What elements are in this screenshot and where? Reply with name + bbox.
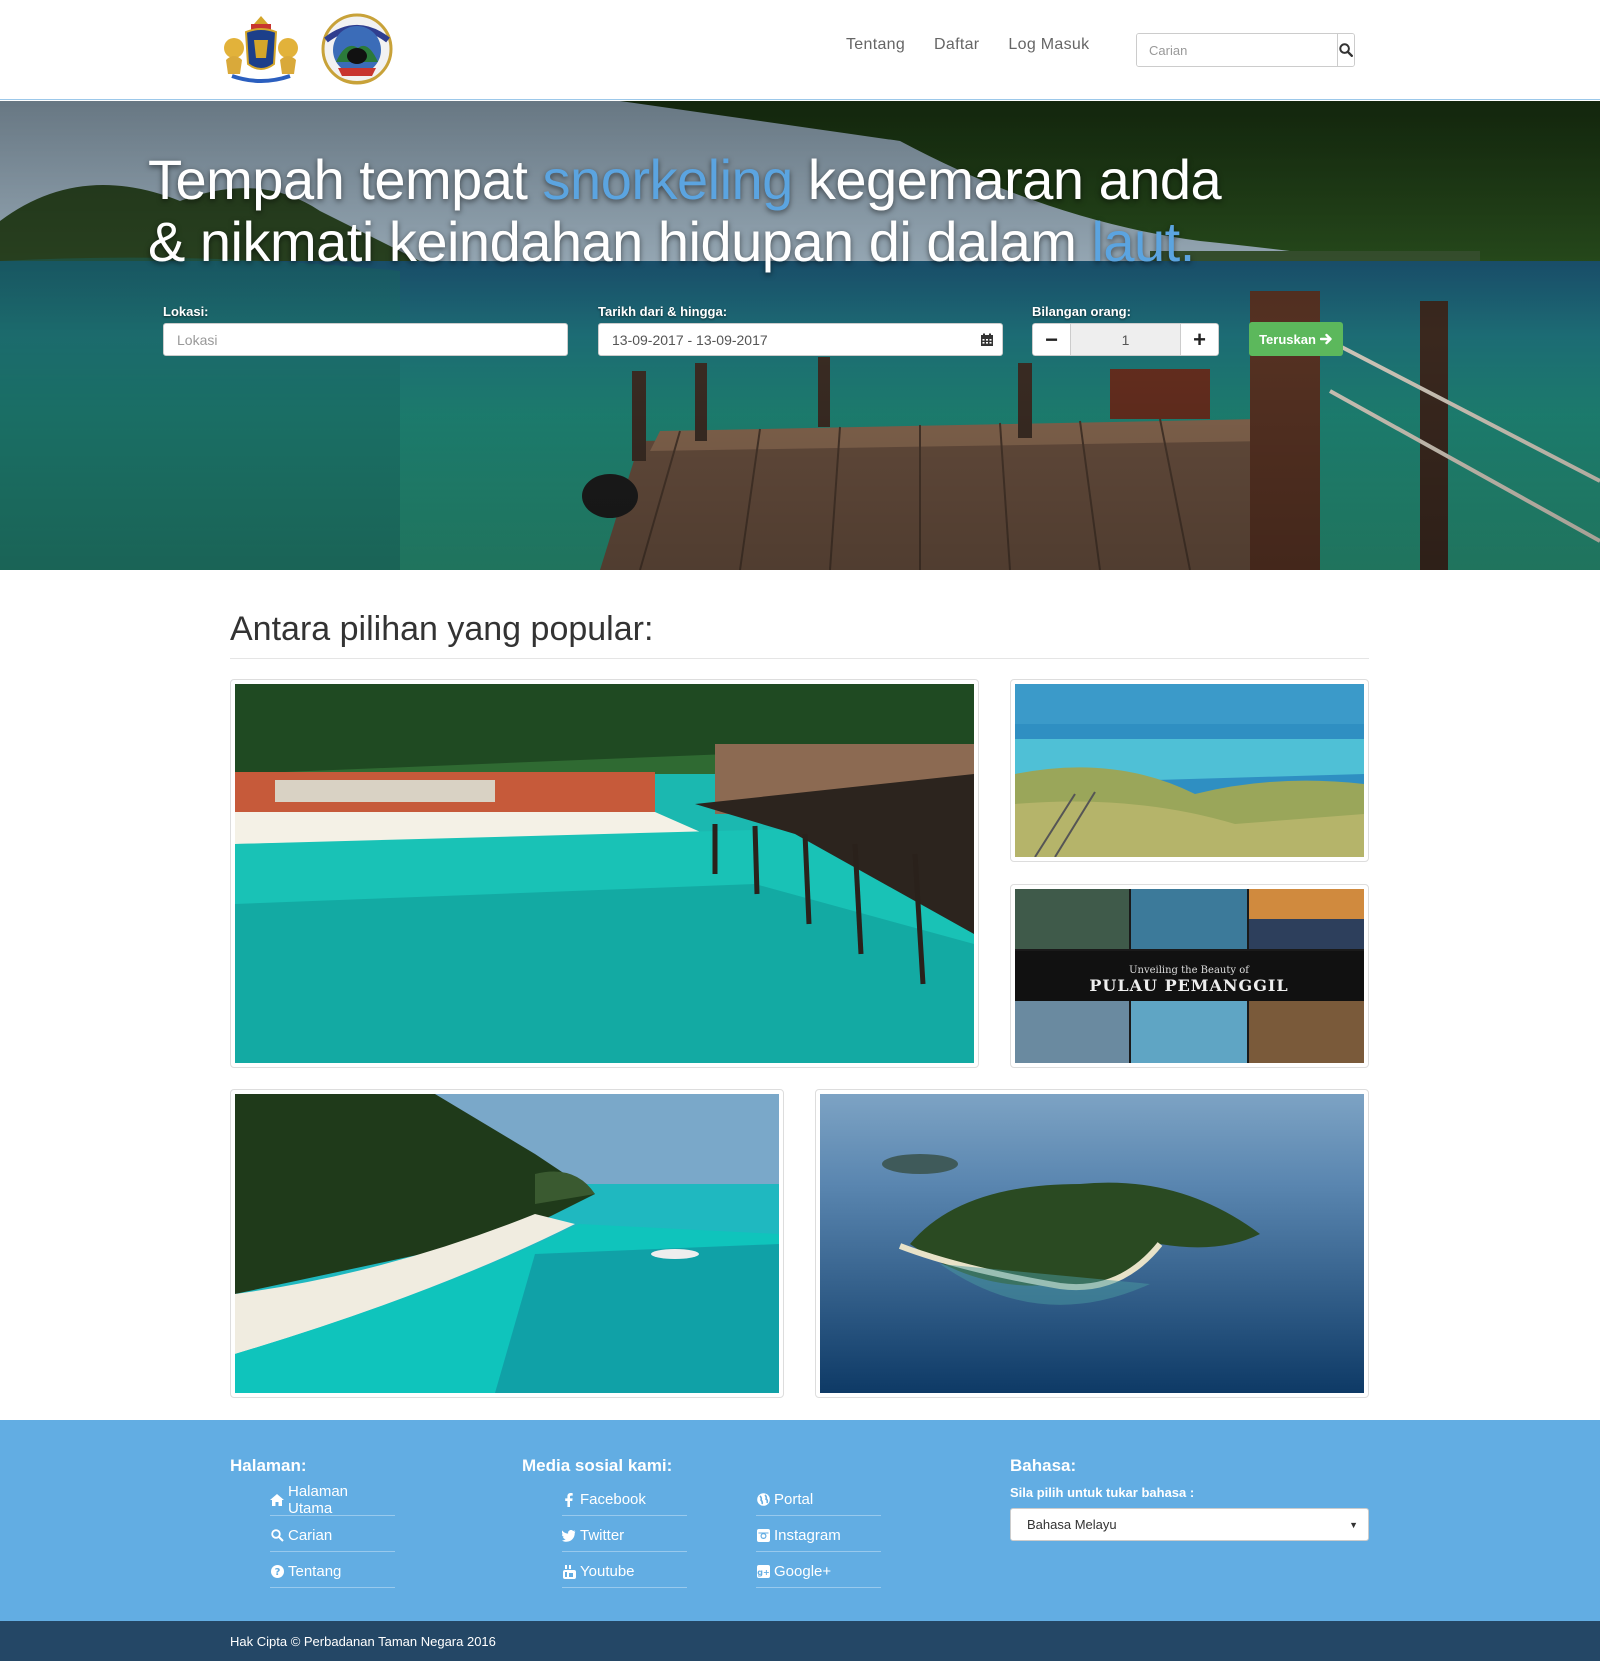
location-label: Lokasi: [163, 304, 209, 319]
footer-link-twitter[interactable]: Twitter [562, 1516, 687, 1552]
people-count-label: Bilangan orang: [1032, 304, 1131, 319]
footer-link-facebook[interactable]: Facebook [562, 1480, 687, 1516]
language-select[interactable]: Bahasa Melayu ▼ [1010, 1508, 1369, 1541]
nav-links: Tentang Daftar Log Masuk [846, 36, 1118, 54]
people-count-value[interactable]: 1 [1071, 323, 1180, 356]
footer-link-label: Twitter [580, 1527, 625, 1544]
popular-thumb-hillside[interactable] [1010, 679, 1369, 862]
footer-link-label: Portal [774, 1491, 814, 1508]
popular-thumb-jetty[interactable] [230, 679, 979, 1068]
headline-highlight-laut: laut. [1091, 210, 1195, 273]
footer-link-home[interactable]: Halaman Utama [270, 1480, 395, 1517]
search-icon [1339, 43, 1353, 57]
date-range-input[interactable]: 13-09-2017 - 13-09-2017 [598, 323, 1003, 356]
twitter-icon [562, 1529, 576, 1543]
svg-text:?: ? [274, 1567, 280, 1578]
footer-link-label: Tentang [288, 1563, 342, 1580]
footer-social-heading: Media sosial kami: [522, 1456, 673, 1475]
thumbnail-image [1015, 684, 1364, 857]
section-divider [230, 658, 1369, 659]
footer-pages-list: Halaman Utama Carian ? Tentang [270, 1480, 395, 1588]
language-select-value: Bahasa Melayu [1027, 1517, 1117, 1532]
increment-button[interactable]: + [1180, 323, 1219, 356]
collage-caption-big: PULAU PEMANGGIL [1089, 976, 1288, 995]
arrow-right-icon [1319, 333, 1332, 345]
thumbnail-image: Unveiling the Beauty of PULAU PEMANGGIL [1015, 889, 1364, 1063]
footer-link-label: Carian [288, 1527, 333, 1544]
home-icon [270, 1493, 284, 1507]
popular-section-title: Antara pilihan yang popular: [230, 610, 654, 648]
calendar-icon[interactable] [980, 333, 994, 347]
collage-caption-small: Unveiling the Beauty of [1129, 965, 1250, 976]
navbar: Tentang Daftar Log Masuk [0, 0, 1600, 100]
footer-link-about[interactable]: ? Tentang [270, 1552, 395, 1588]
language-prompt: Sila pilih untuk tukar bahasa : [1010, 1485, 1195, 1500]
footer-link-portal[interactable]: Portal [756, 1480, 881, 1516]
search-icon [270, 1529, 284, 1543]
decrement-button[interactable]: − [1032, 323, 1071, 356]
footer-language-heading: Bahasa: [1010, 1456, 1077, 1475]
footer-social-list-1: Facebook Twitter Youtube [562, 1480, 687, 1588]
search-input[interactable] [1137, 34, 1337, 66]
hero-banner: Tempah tempat snorkeling kegemaran anda … [0, 101, 1600, 570]
popular-thumb-island-aerial[interactable] [815, 1089, 1369, 1398]
thumbnail-image [820, 1094, 1364, 1393]
people-stepper: − 1 + [1032, 323, 1219, 356]
thumbnail-image [235, 1094, 779, 1393]
svg-text:g+: g+ [757, 1568, 769, 1577]
footer-social-list-2: Portal Instagram g+ Google+ [756, 1480, 881, 1588]
chevron-down-icon: ▼ [1349, 1520, 1358, 1530]
date-range-value: 13-09-2017 - 13-09-2017 [612, 331, 768, 348]
national-park-logo[interactable] [314, 12, 400, 86]
search-button[interactable] [1337, 34, 1354, 66]
continue-button[interactable]: Teruskan [1249, 322, 1343, 356]
footer-link-label: Instagram [774, 1527, 841, 1544]
youtube-icon [562, 1564, 576, 1579]
footer-link-search[interactable]: Carian [270, 1516, 395, 1552]
google-plus-icon: g+ [756, 1565, 770, 1579]
footer-link-label: Facebook [580, 1491, 646, 1508]
footer-link-label: Google+ [774, 1563, 832, 1580]
popular-thumb-beach[interactable] [230, 1089, 784, 1398]
footer-pages-heading: Halaman: [230, 1456, 307, 1475]
footer-link-label: Halaman Utama [288, 1482, 349, 1517]
footer-link-youtube[interactable]: Youtube [562, 1552, 687, 1588]
headline-text: & nikmati keindahan hidupan di dalam [148, 210, 1092, 273]
headline-highlight-snorkeling: snorkeling [542, 148, 794, 211]
headline-text: Tempah tempat [148, 148, 543, 211]
nav-link-log-masuk[interactable]: Log Masuk [1008, 36, 1089, 54]
footer-link-instagram[interactable]: Instagram [756, 1516, 881, 1552]
location-input[interactable]: Lokasi [163, 323, 568, 356]
state-crest-logo[interactable] [218, 12, 304, 86]
popular-thumb-pulau-pemanggil[interactable]: Unveiling the Beauty of PULAU PEMANGGIL [1010, 884, 1369, 1068]
nav-link-daftar[interactable]: Daftar [934, 36, 979, 54]
nav-link-tentang[interactable]: Tentang [846, 36, 905, 54]
nav-search [1136, 33, 1355, 67]
headline-text: kegemaran anda [792, 148, 1222, 211]
copyright-bar: Hak Cipta © Perbadanan Taman Negara 2016 [0, 1621, 1600, 1661]
continue-label: Teruskan [1259, 331, 1316, 347]
thumbnail-image [235, 684, 974, 1063]
facebook-icon [562, 1492, 576, 1507]
copyright-text: Hak Cipta © Perbadanan Taman Negara 2016 [230, 1633, 496, 1649]
footer-link-label: Youtube [580, 1563, 635, 1580]
footer-link-google-plus[interactable]: g+ Google+ [756, 1552, 881, 1588]
instagram-icon [756, 1529, 770, 1543]
question-circle-icon: ? [270, 1565, 284, 1579]
hero-headline: Tempah tempat snorkeling kegemaran anda … [148, 149, 1248, 273]
globe-icon [756, 1493, 770, 1507]
date-range-label: Tarikh dari & hingga: [598, 304, 728, 319]
